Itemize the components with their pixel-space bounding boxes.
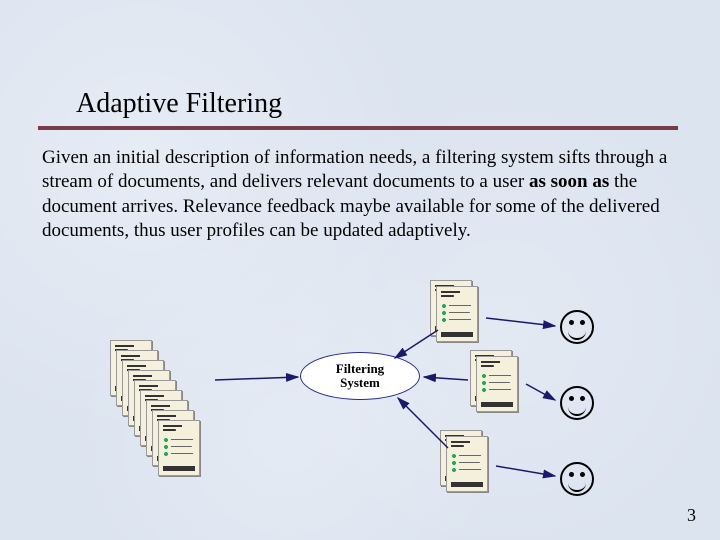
page-number: 3 bbox=[687, 505, 696, 526]
body-paragraph: Given an initial description of informat… bbox=[42, 146, 682, 243]
body-text-emph: as soon as bbox=[529, 171, 609, 192]
title-rule bbox=[38, 126, 678, 130]
slide-title: Adaptive Filtering bbox=[76, 88, 282, 120]
diagram-arrows bbox=[0, 280, 720, 540]
diagram: Filtering System bbox=[0, 280, 720, 540]
